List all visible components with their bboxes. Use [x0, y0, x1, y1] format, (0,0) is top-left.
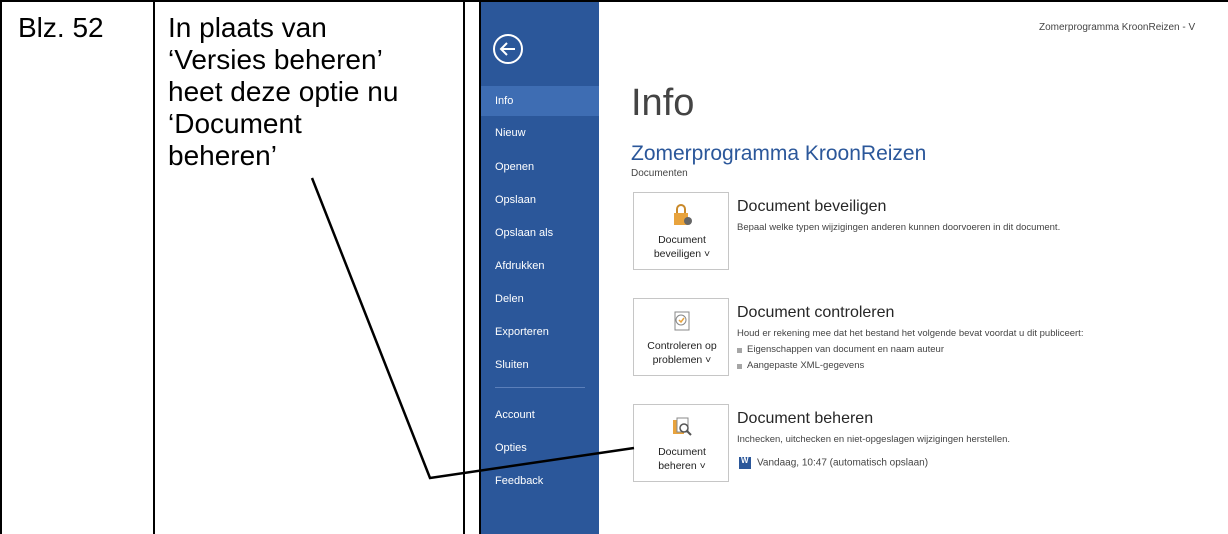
- button-label-line: Controleren op: [647, 340, 717, 352]
- protect-document-label: Document beveiligen ˅: [634, 233, 730, 261]
- button-label-line: Document: [658, 234, 706, 246]
- lock-icon: [670, 203, 694, 227]
- section-description: Houd er rekening mee dat het bestand het…: [737, 328, 1084, 339]
- backstage-sidebar: Info Nieuw Openen Opslaan Opslaan als Af…: [481, 2, 599, 534]
- section-title: Document beveiligen: [737, 198, 887, 215]
- section-title: Document controleren: [737, 304, 895, 321]
- word-document-icon: [739, 456, 751, 469]
- note-text: In plaats van ‘Versies beheren’ heet dez…: [168, 12, 458, 172]
- version-label: Vandaag, 10:47 (automatisch opslaan): [757, 457, 929, 469]
- sidebar-item-feedback[interactable]: Feedback: [481, 466, 599, 496]
- note-line: ‘Versies beheren’: [168, 44, 383, 75]
- sidebar-item-opslaan-als[interactable]: Opslaan als: [481, 218, 599, 248]
- window-title: Zomerprogramma KroonReizen - V: [1039, 22, 1196, 33]
- check-issues-button[interactable]: Controleren op problemen ˅: [633, 298, 729, 376]
- inspect-document-icon: [670, 309, 694, 333]
- table-left-border: [0, 0, 2, 534]
- back-arrow-icon[interactable]: [493, 34, 523, 64]
- page-title: Info: [631, 82, 695, 124]
- version-entry[interactable]: Vandaag, 10:47 (automatisch opslaan): [739, 456, 929, 469]
- protect-document-button[interactable]: Document beveiligen ˅: [633, 192, 729, 270]
- manage-document-icon: [670, 415, 694, 439]
- sidebar-item-openen[interactable]: Openen: [481, 152, 599, 182]
- sidebar-item-afdrukken[interactable]: Afdrukken: [481, 251, 599, 281]
- sidebar-divider: [495, 387, 585, 388]
- button-label-line: Document: [658, 446, 706, 458]
- section-description: Bepaal welke typen wijzigingen anderen k…: [737, 222, 1061, 233]
- sidebar-item-exporteren[interactable]: Exporteren: [481, 317, 599, 347]
- bullet-item: Eigenschappen van document en naam auteu…: [737, 344, 944, 355]
- note-line: beheren’: [168, 140, 277, 171]
- document-name: Zomerprogramma KroonReizen: [631, 142, 927, 165]
- button-label-line: problemen ˅: [652, 354, 712, 366]
- sidebar-item-delen[interactable]: Delen: [481, 284, 599, 314]
- page-reference: Blz. 52: [18, 12, 104, 43]
- bullet-item: Aangepaste XML-gegevens: [736, 360, 865, 371]
- note-line: heet deze optie nu: [168, 76, 399, 107]
- sidebar-item-sluiten[interactable]: Sluiten: [481, 350, 599, 380]
- sidebar-item-info[interactable]: Info: [481, 86, 599, 116]
- table-column-divider: [153, 0, 155, 534]
- sidebar-item-opslaan[interactable]: Opslaan: [481, 185, 599, 215]
- section-description: Inchecken, uitchecken en niet-opgeslagen…: [737, 434, 1011, 445]
- info-pane: Zomerprogramma KroonReizen - V Info Zome…: [599, 2, 1228, 534]
- note-line: ‘Document: [168, 108, 302, 139]
- button-label-line: beheren ˅: [658, 460, 706, 472]
- sidebar-item-nieuw[interactable]: Nieuw: [481, 118, 599, 148]
- table-column-divider: [463, 0, 465, 534]
- note-line: In plaats van: [168, 12, 327, 43]
- button-label-line: beveiligen ˅: [653, 248, 711, 260]
- word-screenshot: Info Nieuw Openen Opslaan Opslaan als Af…: [481, 2, 1228, 534]
- manage-document-button[interactable]: Document beheren ˅: [633, 404, 729, 482]
- check-issues-label: Controleren op problemen ˅: [634, 339, 730, 367]
- manage-document-label: Document beheren ˅: [634, 445, 730, 473]
- section-title: Document beheren: [737, 410, 874, 427]
- sidebar-item-opties[interactable]: Opties: [481, 433, 599, 463]
- sidebar-item-account[interactable]: Account: [481, 400, 599, 430]
- document-location: Documenten: [631, 168, 688, 179]
